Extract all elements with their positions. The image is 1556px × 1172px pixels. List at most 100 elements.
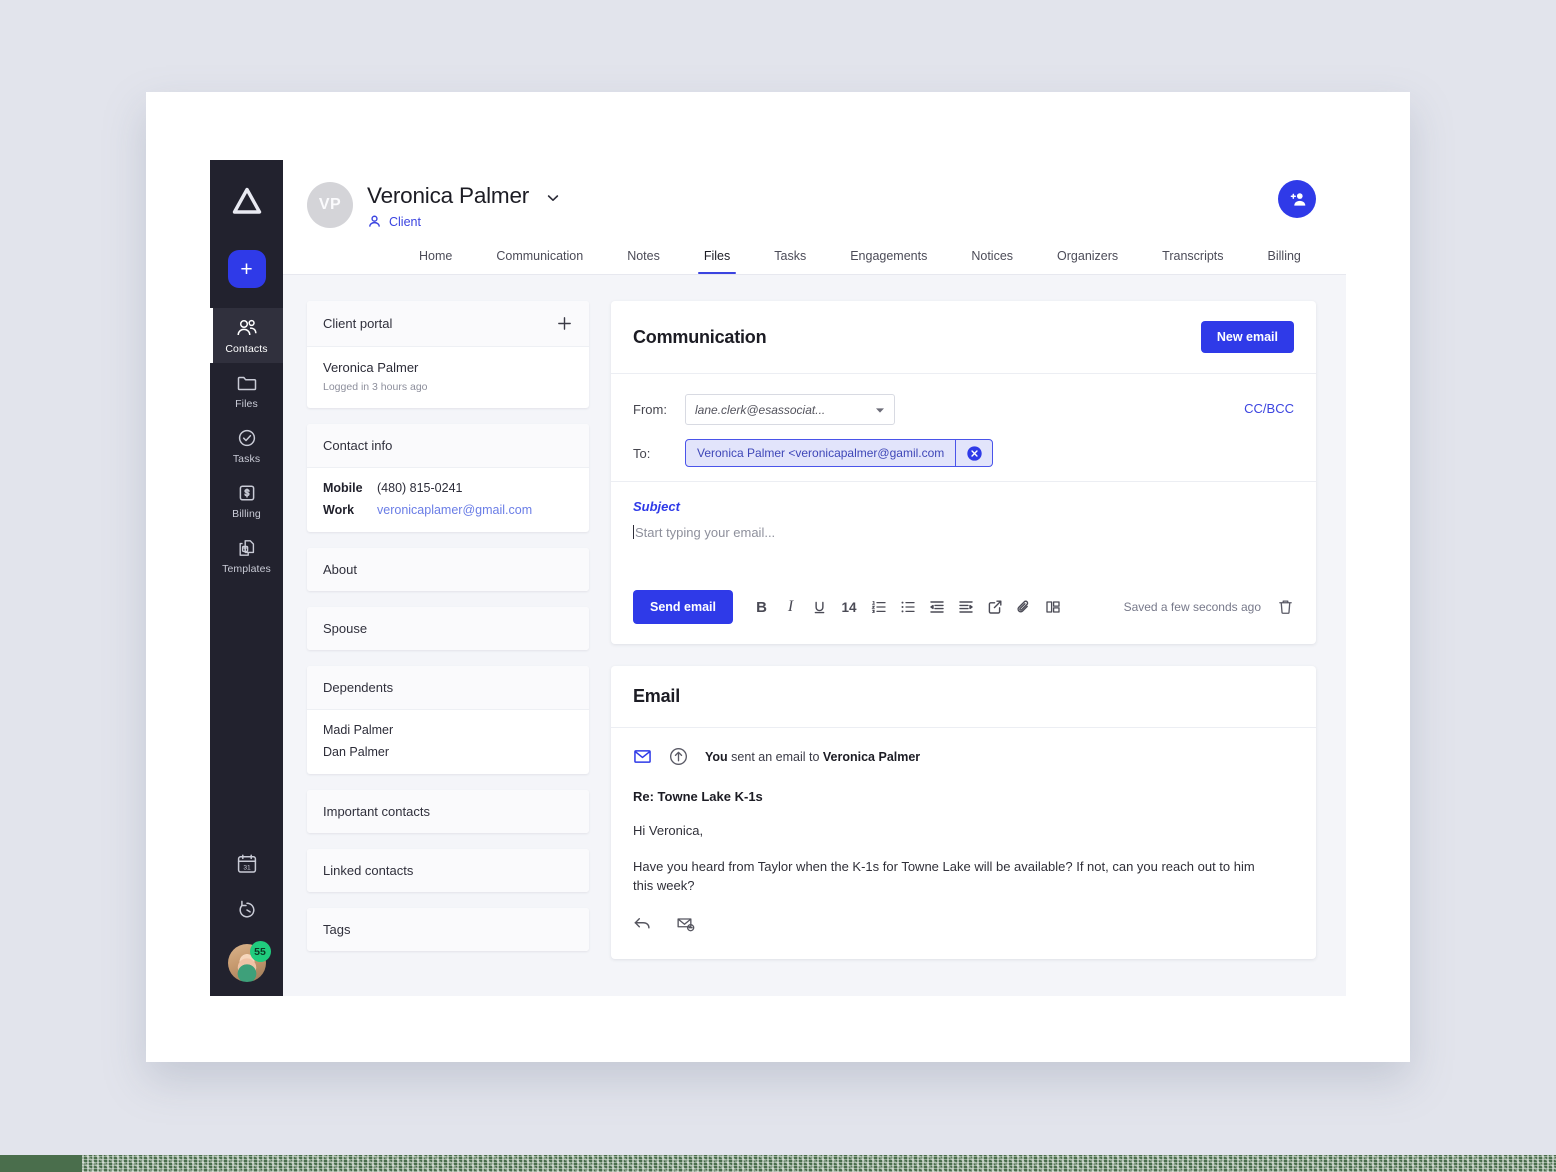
card-title: About [323,562,357,577]
send-email-button[interactable]: Send email [633,590,733,624]
trash-icon[interactable] [1277,598,1294,616]
bottom-strip-texture [82,1155,1556,1172]
quick-add-button[interactable]: + [227,250,266,288]
about-header: About [307,548,589,591]
contacts-icon [236,318,258,338]
tab-files[interactable]: Files [682,243,752,274]
sidebar-item-label: Billing [232,508,261,520]
font-size-icon[interactable]: 14 [834,593,864,621]
dependents-header: Dependents [307,666,589,710]
mark-unread-icon[interactable] [676,915,696,933]
contact-sidebar: Client portal Veronica Palmer Logged in … [307,301,589,996]
billing-icon [236,483,258,503]
attachment-icon[interactable] [1009,593,1038,621]
tab-notes[interactable]: Notes [605,243,682,274]
tab-tasks[interactable]: Tasks [752,243,828,274]
email-paragraph: Have you heard from Taylor when the K-1s… [633,859,1255,893]
important-contacts-card[interactable]: Important contacts [307,790,589,833]
underline-icon[interactable] [805,593,834,621]
sidebar-item-billing[interactable]: Billing [210,473,283,528]
folder-icon [236,373,258,393]
sent-arrow-icon [668,746,689,767]
card-title: Important contacts [323,804,430,819]
cc-bcc-link[interactable]: CC/BCC [1244,401,1294,416]
client-portal-header: Client portal [307,301,589,347]
card-title: Client portal [323,316,393,331]
envelope-icon [633,748,652,765]
tab-communication[interactable]: Communication [474,243,605,274]
avatar-badge: 55 [249,941,271,962]
tab-transcripts[interactable]: Transcripts [1140,243,1245,274]
ordered-list-icon[interactable] [864,593,893,621]
autosave-status: Saved a few seconds ago [1123,600,1261,614]
plus-icon[interactable] [556,315,573,332]
outdent-icon[interactable] [922,593,951,621]
client-portal-card: Client portal Veronica Palmer Logged in … [307,301,589,408]
email-content: You sent an email to Veronica Palmer Re:… [611,728,1316,959]
indent-icon[interactable] [951,593,980,621]
communication-header: Communication New email [611,301,1316,374]
bottom-strip [0,1155,1556,1172]
spouse-card[interactable]: Spouse [307,607,589,650]
subject-input[interactable]: Subject [633,482,1294,514]
sidebar-item-tasks[interactable]: Tasks [210,418,283,473]
from-select[interactable]: lane.clerk@esassociat... [685,394,895,425]
sidebar-item-templates[interactable]: Templates [210,528,283,583]
email-body-placeholder: Start typing your email... [635,525,776,540]
close-circle-icon[interactable] [956,440,992,466]
calendar-icon[interactable]: 31 [235,852,259,876]
sidebar-item-files[interactable]: Files [210,363,283,418]
email-subject: Re: Towne Lake K-1s [633,789,763,804]
email-link[interactable]: veronicaplamer@gmail.com [377,503,532,517]
contact-info-header: Contact info [307,424,589,468]
tab-engagements[interactable]: Engagements [828,243,949,274]
to-label: To: [633,445,651,461]
bullet-list-icon[interactable] [893,593,922,621]
content-area: Client portal Veronica Palmer Logged in … [283,275,1346,996]
tags-header: Tags [307,908,589,951]
email-header: Email [611,666,1316,728]
calendar-day: 31 [243,864,251,871]
timer-icon[interactable] [235,898,259,922]
email-meta-row: You sent an email to Veronica Palmer [633,746,1294,767]
panel-title: Email [633,686,681,706]
reply-icon[interactable] [633,915,652,933]
recipient-chip[interactable]: Veronica Palmer <veronicapalmer@gamil.co… [685,439,994,467]
sidebar-item-contacts[interactable]: Contacts [210,308,283,363]
italic-icon[interactable]: I [776,593,805,621]
linked-contacts-card[interactable]: Linked contacts [307,849,589,892]
tab-home[interactable]: Home [397,243,474,274]
new-email-button[interactable]: New email [1200,321,1294,353]
important-contacts-header: Important contacts [307,790,589,833]
list-item[interactable]: Dan Palmer [323,745,573,759]
field-value: (480) 815-0241 [377,481,463,495]
template-icon[interactable] [1038,593,1067,621]
tab-notices[interactable]: Notices [949,243,1035,274]
chevron-down-icon[interactable] [545,187,561,206]
email-greeting: Hi Veronica, [633,823,704,838]
triangle-logo[interactable] [230,186,264,216]
email-actions [633,915,1294,933]
tab-organizers[interactable]: Organizers [1035,243,1140,274]
list-item[interactable]: Madi Palmer [323,723,573,737]
dependents-body: Madi Palmer Dan Palmer [307,710,589,774]
from-label: From: [633,402,667,417]
email-meta-text: You sent an email to Veronica Palmer [705,750,920,764]
email-body-input[interactable]: Start typing your email... [633,514,1294,576]
bold-icon[interactable]: B [747,593,776,621]
contact-tabs: Home Communication Notes Files Tasks Eng… [307,243,1316,274]
communication-column: Communication New email From: lane.clerk… [611,301,1316,996]
email-meta-recipient: Veronica Palmer [822,749,921,764]
quick-add-label: + [240,257,253,281]
role-badge[interactable]: Client [389,215,421,229]
about-card[interactable]: About [307,548,589,591]
client-portal-body: Veronica Palmer Logged in 3 hours ago [307,347,589,408]
add-user-button[interactable] [1278,180,1316,218]
from-value: lane.clerk@esassociat... [695,402,826,417]
external-link-icon[interactable] [980,593,1009,621]
card-title: Spouse [323,621,368,636]
sidebar-bottom-group: 31 55 [210,852,283,982]
tags-card[interactable]: Tags [307,908,589,951]
avatar[interactable]: 55 [227,941,271,982]
tab-billing[interactable]: Billing [1246,243,1323,274]
